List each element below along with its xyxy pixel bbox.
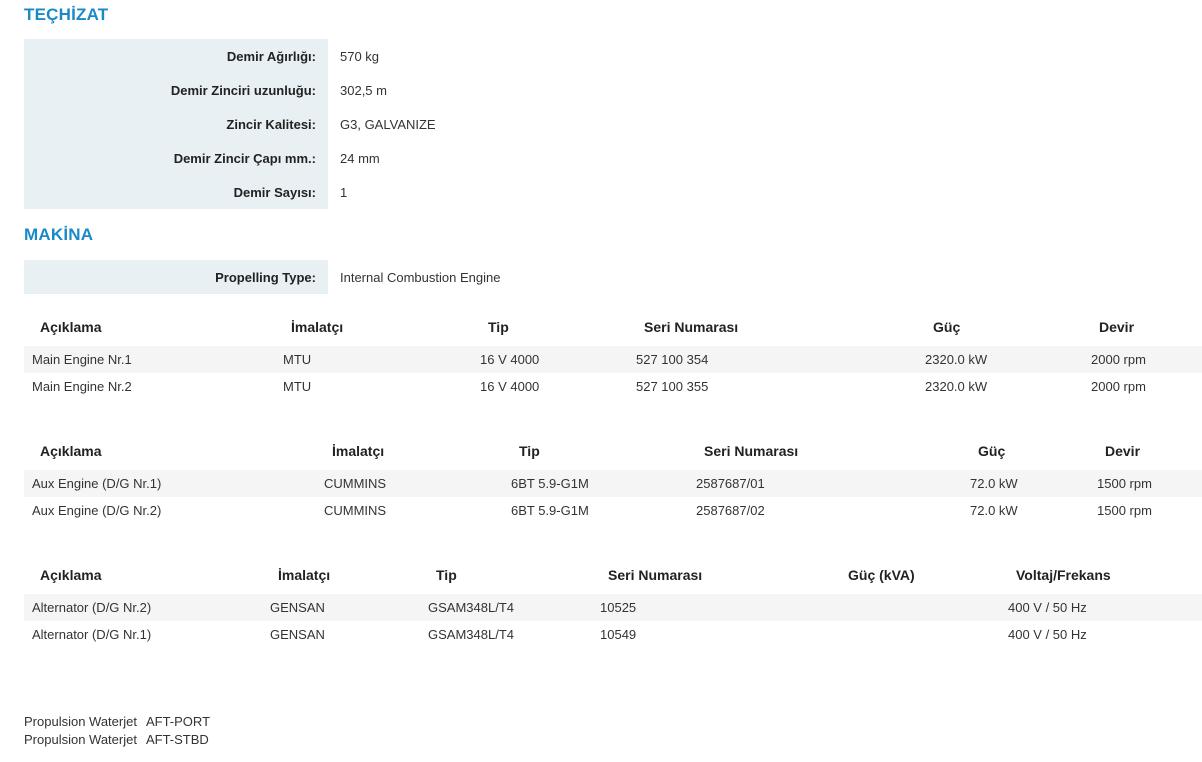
table-cell: CUMMINS [316,470,503,497]
table-cell: 2320.0 kW [917,346,1083,373]
table-cell: GSAM348L/T4 [428,627,514,642]
table-header-row: Açıklama İmalatçı Tip Seri Numarası Güç … [24,308,1202,346]
column-header: Seri Numarası [608,567,703,583]
table-cell: CUMMINS [324,503,387,518]
column-header: Güç [933,319,961,335]
equipment-section-title: TEÇHİZAT [24,5,109,24]
table-cell: 2320.0 kW [925,379,988,394]
column-header: Seri Numarası [704,443,799,459]
table-cell [832,621,1000,648]
column-header: Devir [1099,319,1135,335]
column-header: İmalatçı [332,443,385,459]
table-cell: MTU [275,346,472,373]
table-cell: 10525 [592,594,832,621]
table-cell: Aux Engine (D/G Nr.1) [24,470,316,497]
list-item: Propulsion Waterjet AFT-STBD [24,731,210,749]
table-cell: GSAM348L/T4 [420,594,592,621]
table-cell: GENSAN [262,594,420,621]
spec-row-anchor-weight: Demir Ağırlığı: 570 kg [24,39,1202,73]
column-header: İmalatçı [291,319,344,335]
propulsion-position: AFT-PORT [145,714,211,729]
table-cell: 2000 rpm [1083,346,1202,373]
spec-row-chain-diameter: Demir Zincir Çapı mm.: 24 mm [24,141,1202,175]
table-cell: 16 V 4000 [472,346,628,373]
spec-row-chain-length: Demir Zinciri uzunluğu: 302,5 m [24,73,1202,107]
table-cell: 400 V / 50 Hz [1000,594,1202,621]
propulsion-name: Propulsion Waterjet [24,714,137,729]
spec-value: Internal Combustion Engine [340,269,501,285]
spec-label: Demir Ağırlığı: [24,39,328,73]
column-header: Güç (kVA) [848,567,915,583]
table-cell: Alternator (D/G Nr.2) [24,594,262,621]
column-header: İmalatçı [278,567,331,583]
table-header-row: Açıklama İmalatçı Tip Seri Numarası Güç … [24,432,1202,470]
table-cell: 400 V / 50 Hz [1008,627,1087,642]
spec-label: Demir Zincir Çapı mm.: [24,141,328,175]
machinery-section-title: MAKİNA [24,225,94,244]
table-header-row: Açıklama İmalatçı Tip Seri Numarası Güç … [24,556,1202,594]
spec-value: G3, GALVANIZE [340,116,436,132]
column-header: Açıklama [40,567,102,583]
propulsion-name: Propulsion Waterjet [24,732,137,747]
column-header: Voltaj/Frekans [1016,567,1111,583]
propulsion-list: Propulsion Waterjet AFT-PORT Propulsion W… [24,713,210,749]
spec-row-anchor-count: Demir Sayısı: 1 [24,175,1202,209]
table-cell: MTU [283,379,312,394]
table-cell: Aux Engine (D/G Nr.2) [32,503,162,518]
spec-label: Propelling Type: [24,260,328,294]
list-item: Propulsion Waterjet AFT-PORT [24,713,210,731]
table-cell: 2587687/01 [688,470,962,497]
table-row: Main Engine Nr.1 MTU 16 V 4000 527 100 3… [24,346,1202,373]
spec-value: 1 [340,184,348,200]
table-cell: 10549 [600,627,637,642]
spec-value: 302,5 m [340,82,387,98]
table-cell: 16 V 4000 [480,379,540,394]
aux-engines-table: Açıklama İmalatçı Tip Seri Numarası Güç … [24,432,1202,524]
table-row: Aux Engine (D/G Nr.2) CUMMINS 6BT 5.9-G1… [24,497,1202,524]
spec-label: Demir Sayısı: [24,175,328,209]
spec-value: 24 mm [340,150,380,166]
table-cell: Main Engine Nr.1 [24,346,275,373]
table-cell: 1500 rpm [1097,503,1152,518]
spec-value: 570 kg [340,48,380,64]
spec-label: Zincir Kalitesi: [24,107,328,141]
propulsion-position: AFT-STBD [145,732,209,747]
table-row: Main Engine Nr.2 MTU 16 V 4000 527 100 3… [24,373,1202,400]
alternators-table: Açıklama İmalatçı Tip Seri Numarası Güç … [24,556,1202,648]
table-cell: 6BT 5.9-G1M [511,503,589,518]
spec-row-chain-quality: Zincir Kalitesi: G3, GALVANIZE [24,107,1202,141]
spec-label: Demir Zinciri uzunluğu: [24,73,328,107]
table-cell: 1500 rpm [1089,470,1202,497]
table-row: Alternator (D/G Nr.2) GENSAN GSAM348L/T4… [24,594,1202,621]
column-header: Açıklama [40,443,102,459]
table-cell: 2587687/02 [696,503,765,518]
column-header: Tip [488,319,509,335]
main-engines-table: Açıklama İmalatçı Tip Seri Numarası Güç … [24,308,1202,400]
column-header: Güç [978,443,1006,459]
table-cell: 2000 rpm [1091,379,1146,394]
column-header: Tip [436,567,457,583]
table-row: Alternator (D/G Nr.1) GENSAN GSAM348L/T4… [24,621,1202,648]
table-cell: Main Engine Nr.2 [32,379,132,394]
table-cell: 72.0 kW [970,503,1018,518]
table-cell: 527 100 355 [636,379,709,394]
table-cell: Alternator (D/G Nr.1) [32,627,152,642]
table-cell: 72.0 kW [962,470,1089,497]
table-row: Aux Engine (D/G Nr.1) CUMMINS 6BT 5.9-G1… [24,470,1202,497]
column-header: Açıklama [40,319,102,335]
column-header: Tip [519,443,540,459]
spec-row-propelling-type: Propelling Type: Internal Combustion Eng… [24,260,1202,294]
column-header: Devir [1105,443,1141,459]
column-header: Seri Numarası [644,319,739,335]
table-cell: 527 100 354 [628,346,917,373]
equipment-spec-list: Demir Ağırlığı: 570 kg Demir Zinciri uzu… [24,39,1202,209]
table-cell [832,594,1000,621]
table-cell: GENSAN [270,627,325,642]
machinery-spec-list: Propelling Type: Internal Combustion Eng… [24,260,1202,294]
table-cell: 6BT 5.9-G1M [503,470,688,497]
